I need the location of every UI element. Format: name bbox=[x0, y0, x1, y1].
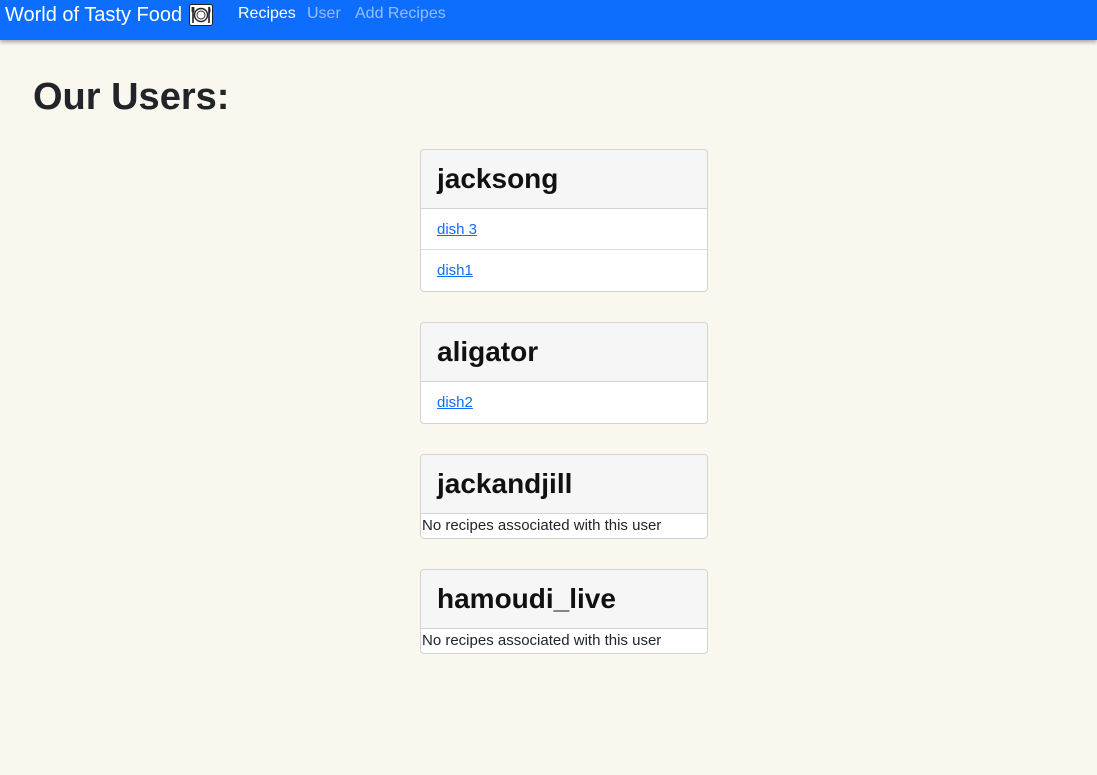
user-card: aligator dish2 bbox=[420, 322, 708, 424]
plate-utensils-icon bbox=[189, 4, 214, 26]
recipe-link[interactable]: dish1 bbox=[437, 262, 473, 279]
nav-recipes-link[interactable]: Recipes bbox=[238, 5, 296, 23]
recipe-list: dish 3 dish1 bbox=[421, 209, 707, 291]
user-name: jackandjill bbox=[421, 455, 707, 514]
list-item: dish 3 bbox=[421, 209, 707, 250]
recipe-link[interactable]: dish2 bbox=[437, 394, 473, 411]
user-card: hamoudi_live No recipes associated with … bbox=[420, 569, 708, 654]
nav-user-link[interactable]: User bbox=[307, 5, 341, 23]
user-name: jacksong bbox=[421, 150, 707, 209]
page-title: Our Users: bbox=[33, 76, 230, 118]
brand-label: World of Tasty Food bbox=[5, 3, 183, 26]
user-name: hamoudi_live bbox=[421, 570, 707, 629]
brand-link[interactable]: World of Tasty Food bbox=[5, 2, 214, 28]
empty-recipes-message: No recipes associated with this user bbox=[422, 632, 662, 649]
nav-add-recipes-link[interactable]: Add Recipes bbox=[355, 5, 446, 23]
user-card: jacksong dish 3 dish1 bbox=[420, 149, 708, 292]
user-card: jackandjill No recipes associated with t… bbox=[420, 454, 708, 539]
user-name: aligator bbox=[421, 323, 707, 382]
list-item: dish2 bbox=[421, 382, 707, 423]
empty-recipes-message: No recipes associated with this user bbox=[422, 517, 662, 534]
recipe-link[interactable]: dish 3 bbox=[437, 221, 477, 238]
user-list: jacksong dish 3 dish1 aligator dish2 jac… bbox=[420, 149, 708, 684]
top-navbar: World of Tasty Food Recipes User Add Rec… bbox=[0, 0, 1097, 40]
list-item: dish1 bbox=[421, 250, 707, 291]
recipe-list: dish2 bbox=[421, 382, 707, 423]
